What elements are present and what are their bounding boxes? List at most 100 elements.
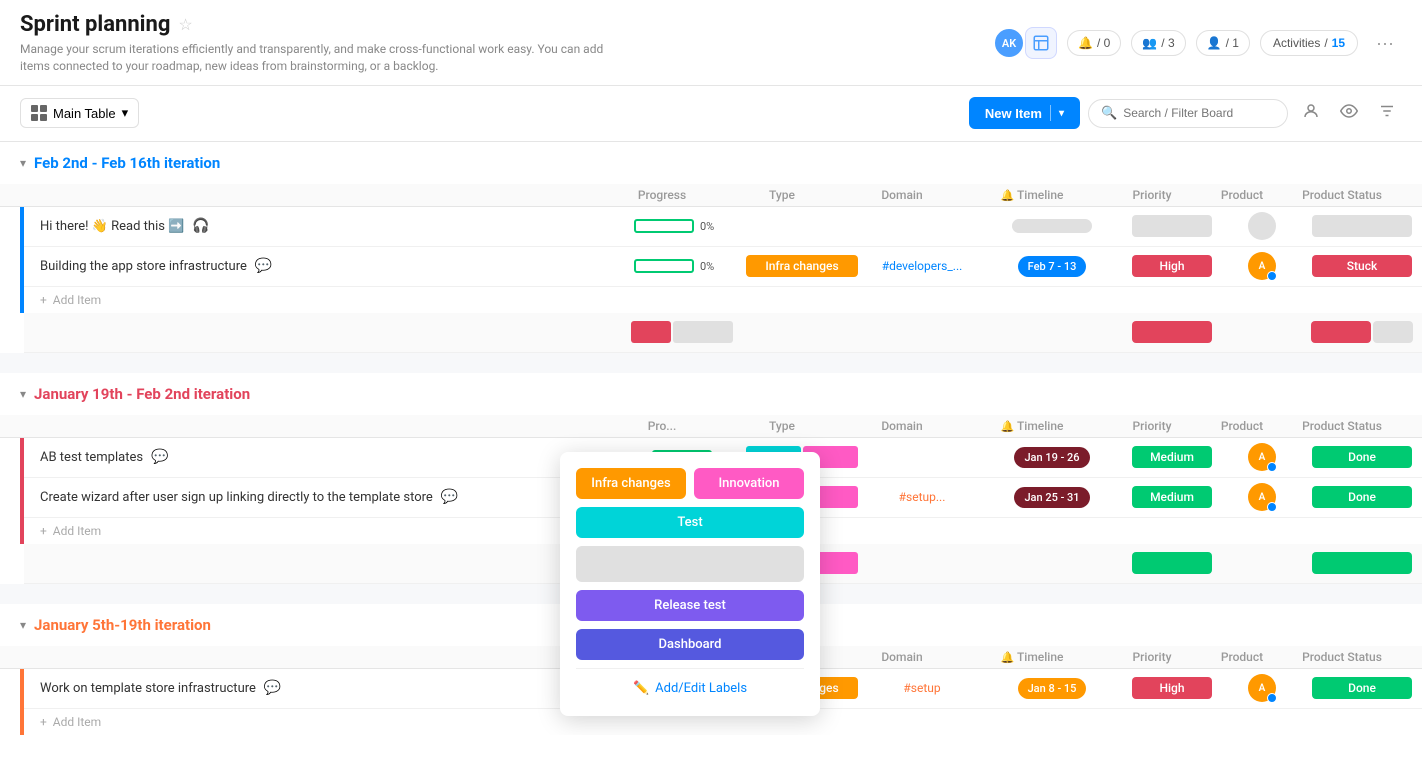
col-product-label2: Product bbox=[1202, 419, 1282, 433]
group2-toggle[interactable]: ▾ bbox=[20, 387, 26, 401]
filter-icon-button[interactable] bbox=[1372, 96, 1402, 131]
status-badge: Done bbox=[1312, 486, 1412, 508]
cell-timeline: Jan 25 - 31 bbox=[982, 483, 1122, 512]
row-item-name: Building the app store infrastructure bbox=[40, 259, 247, 274]
cell-type[interactable] bbox=[742, 222, 862, 230]
add-item-row[interactable]: + Add Item bbox=[24, 287, 1422, 313]
priority-empty bbox=[1132, 215, 1212, 237]
activities-button[interactable]: Activities / 15 bbox=[1260, 30, 1358, 56]
col-timeline-label: 🔔 Timeline bbox=[962, 188, 1102, 202]
popup-grid: Infra changes Innovation Test Release te… bbox=[576, 468, 804, 660]
activities-label: Activities bbox=[1273, 36, 1320, 50]
type-dropdown-popup: Infra changes Innovation Test Release te… bbox=[560, 452, 820, 716]
cell-priority: High bbox=[1122, 251, 1222, 281]
timeline-badge: Jan 25 - 31 bbox=[1014, 487, 1089, 508]
plus-icon: + bbox=[40, 293, 47, 307]
group1-header: ▾ Feb 2nd - Feb 16th iteration bbox=[0, 142, 1422, 184]
row-name: Hi there! 👋 Read this ➡️ 🎧 bbox=[24, 210, 622, 242]
cell-status: Done bbox=[1302, 442, 1422, 472]
col-timeline-label3: 🔔 Timeline bbox=[962, 650, 1102, 664]
col-product-label3: Product bbox=[1202, 650, 1282, 664]
cell-priority: Medium bbox=[1122, 482, 1222, 512]
popup-item-test[interactable]: Test bbox=[576, 507, 804, 538]
top-header: Sprint planning ☆ Manage your scrum iter… bbox=[0, 0, 1422, 86]
comment-icon[interactable]: 💬 bbox=[151, 449, 168, 465]
title-row: Sprint planning ☆ bbox=[20, 12, 620, 37]
user-icon: 👤 bbox=[1207, 36, 1222, 50]
more-button[interactable]: ··· bbox=[1368, 28, 1402, 59]
person-plus-button[interactable]: 👥 / 3 bbox=[1131, 30, 1185, 56]
priority-badge: Medium bbox=[1132, 446, 1212, 468]
headphone-icon[interactable]: 🎧 bbox=[192, 218, 209, 234]
dropdown-arrow-icon: ▾ bbox=[1059, 108, 1064, 119]
cell-domain: #setup bbox=[862, 677, 982, 699]
header-controls: AK 🔔 / 0 👥 / 3 👤 / 1 Activities / 15 ··· bbox=[993, 27, 1402, 59]
bell-col-icon: 🔔 bbox=[1001, 189, 1017, 202]
col-priority-label3: Priority bbox=[1102, 650, 1202, 664]
comment-icon[interactable]: 💬 bbox=[441, 489, 458, 505]
status-badge: Done bbox=[1312, 677, 1412, 699]
popup-divider bbox=[576, 668, 804, 669]
group2-title[interactable]: January 19th - Feb 2nd iteration bbox=[34, 385, 250, 403]
cell-status: Done bbox=[1302, 673, 1422, 703]
section-gap-1 bbox=[0, 353, 1422, 373]
cell-domain: #setup... bbox=[862, 486, 982, 508]
row-name: AB test templates 💬 bbox=[24, 441, 622, 473]
cell-status bbox=[1302, 211, 1422, 241]
col-status-label2: Product Status bbox=[1282, 419, 1402, 433]
avatar-indicator bbox=[1267, 502, 1277, 512]
group1-title[interactable]: Feb 2nd - Feb 16th iteration bbox=[34, 154, 220, 172]
cell-product: A bbox=[1222, 479, 1302, 515]
col-status-label: Product Status bbox=[1282, 188, 1402, 202]
avatar-indicator bbox=[1267, 271, 1277, 281]
popup-add-label-button[interactable]: ✏️ Add/Edit Labels bbox=[576, 677, 804, 700]
user-button[interactable]: 👤 / 1 bbox=[1196, 30, 1250, 56]
status-badge: Done bbox=[1312, 446, 1412, 468]
comment-icon[interactable]: 💬 bbox=[264, 680, 281, 696]
toolbar-right: New Item ▾ 🔍 bbox=[969, 96, 1402, 131]
col-domain-label3: Domain bbox=[842, 650, 962, 664]
search-box[interactable]: 🔍 bbox=[1088, 99, 1288, 128]
product-avatar: A bbox=[1248, 443, 1276, 471]
popup-item-infra[interactable]: Infra changes bbox=[576, 468, 686, 499]
plus-icon: + bbox=[40, 715, 47, 729]
status-empty bbox=[1312, 215, 1412, 237]
col-progress-label: Progress bbox=[602, 188, 722, 202]
timeline-badge: Feb 7 - 13 bbox=[1018, 256, 1087, 277]
type-badge[interactable]: Infra changes bbox=[746, 255, 858, 277]
popup-item-innovation[interactable]: Innovation bbox=[694, 468, 804, 499]
group3-toggle[interactable]: ▾ bbox=[20, 618, 26, 632]
group3-title[interactable]: January 5th-19th iteration bbox=[34, 616, 211, 634]
row-item-name: AB test templates bbox=[40, 450, 143, 465]
toolbar: Main Table ▾ New Item ▾ 🔍 bbox=[0, 86, 1422, 142]
group1-table: Hi there! 👋 Read this ➡️ 🎧 0% bbox=[20, 207, 1422, 313]
star-icon[interactable]: ☆ bbox=[178, 15, 192, 34]
main-table-button[interactable]: Main Table ▾ bbox=[20, 98, 139, 128]
cell-domain bbox=[862, 222, 982, 230]
popup-item-empty[interactable] bbox=[576, 546, 804, 582]
search-icon: 🔍 bbox=[1101, 106, 1117, 121]
timeline-badge: Jan 8 - 15 bbox=[1018, 678, 1087, 699]
cell-timeline bbox=[982, 215, 1122, 237]
comment-icon[interactable]: 💬 bbox=[255, 258, 272, 274]
priority-badge: High bbox=[1132, 255, 1212, 277]
popup-item-dashboard[interactable]: Dashboard bbox=[576, 629, 804, 660]
group1-toggle[interactable]: ▾ bbox=[20, 156, 26, 170]
new-item-button[interactable]: New Item ▾ bbox=[969, 97, 1080, 129]
activities-count: 15 bbox=[1332, 36, 1345, 50]
chevron-down-icon: ▾ bbox=[122, 105, 129, 121]
search-input[interactable] bbox=[1123, 106, 1275, 120]
avatar-indicator bbox=[1267, 462, 1277, 472]
user-circle-icon-button[interactable] bbox=[1296, 96, 1326, 131]
popup-item-release[interactable]: Release test bbox=[576, 590, 804, 621]
row-name: Work on template store infrastructure 💬 bbox=[24, 672, 622, 704]
partial-row-1 bbox=[24, 313, 1422, 353]
new-item-label: New Item bbox=[985, 106, 1042, 121]
eye-icon-button[interactable] bbox=[1334, 96, 1364, 131]
cell-type[interactable]: Infra changes bbox=[742, 251, 862, 281]
product-avatar: A bbox=[1248, 483, 1276, 511]
col-type-label: Type bbox=[722, 188, 842, 202]
avatar-box[interactable] bbox=[1025, 27, 1057, 59]
group2-header: ▾ January 19th - Feb 2nd iteration bbox=[0, 373, 1422, 415]
bell-button[interactable]: 🔔 / 0 bbox=[1067, 30, 1121, 56]
